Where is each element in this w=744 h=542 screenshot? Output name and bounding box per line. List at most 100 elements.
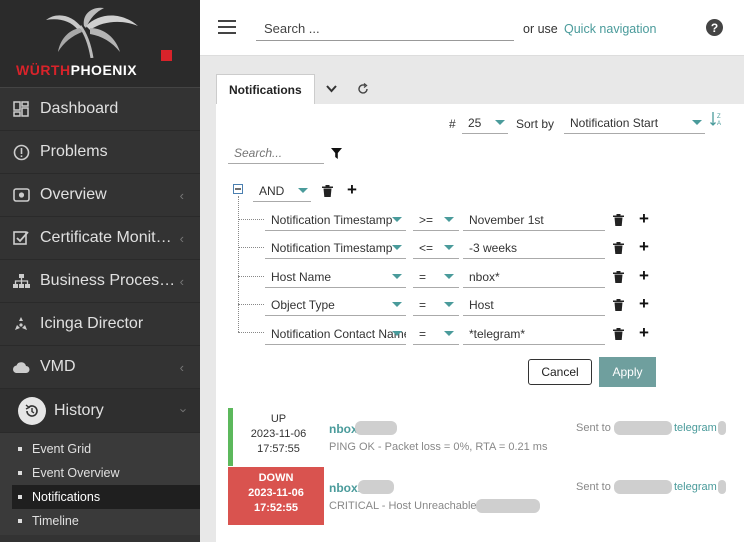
sidebar-subitem-notifications[interactable]: Notifications: [12, 485, 200, 509]
apply-button[interactable]: Apply: [599, 357, 656, 387]
state-badge-up: UP 2023-11-06 17:57:55: [228, 408, 324, 466]
trash-icon[interactable]: [613, 299, 624, 311]
sidebar-item-vmd[interactable]: VMD ‹: [0, 346, 200, 389]
host-link[interactable]: nbox: [329, 422, 358, 436]
alert-circle-icon: [12, 143, 30, 161]
plugin-output: CRITICAL - Host Unreachable: [329, 500, 477, 512]
filter-icon[interactable]: [331, 148, 342, 159]
sort-direction-icon[interactable]: ZA: [710, 112, 722, 126]
notification-row[interactable]: DOWN 2023-11-06 17:52:55 nbox. CRITICAL …: [228, 467, 740, 525]
sidebar-item-label: History: [54, 401, 104, 419]
sidebar-item-icinga-director[interactable]: Icinga Director: [0, 303, 200, 346]
palm-logo-icon: [46, 7, 138, 58]
sidebar-item-label: Overview: [40, 186, 107, 203]
sidebar-item-business-process[interactable]: Business Process… ‹: [0, 260, 200, 303]
sent-to-label: Sent to: [576, 422, 611, 434]
rule-value-input[interactable]: nbox*: [463, 267, 605, 288]
sidebar-item-label: Icinga Director: [40, 315, 144, 332]
tab-notifications[interactable]: Notifications: [216, 74, 315, 105]
add-rule-plus-icon[interactable]: +: [639, 210, 649, 227]
global-search-input[interactable]: [256, 17, 514, 41]
sidebar-subitem-event-overview[interactable]: Event Overview: [12, 461, 200, 485]
rule-value-input[interactable]: *telegram*: [463, 324, 605, 345]
chevron-down-icon: [444, 245, 454, 250]
add-rule-plus-icon[interactable]: +: [639, 238, 649, 255]
rule-value-input[interactable]: Host: [463, 295, 605, 316]
tree-line: [238, 332, 264, 333]
redacted-blur: [476, 499, 540, 513]
chevron-down-icon: [444, 331, 454, 336]
chevron-down-icon: [692, 120, 702, 125]
chevron-down-icon: [444, 302, 454, 307]
sent-to-label: Sent to: [576, 481, 611, 493]
rule-column-select[interactable]: Notification Contact Name: [265, 324, 406, 345]
svg-text:A: A: [717, 121, 721, 126]
sidebar-item-certificate-monitoring[interactable]: Certificate Monito… ‹: [0, 217, 200, 260]
quick-navigation-link[interactable]: Quick navigation: [564, 22, 656, 36]
chevron-down-icon: [392, 302, 402, 307]
tree-line: [238, 247, 264, 248]
channel-link[interactable]: telegram: [674, 481, 717, 493]
bullet-icon: [18, 471, 22, 475]
trash-icon[interactable]: [613, 242, 624, 254]
rule-column-select[interactable]: Notification Timestamp: [265, 238, 406, 259]
sidebar-item-history[interactable]: History ‹: [0, 389, 200, 433]
trash-icon[interactable]: [613, 328, 624, 340]
limit-hash-label: #: [449, 117, 456, 131]
chevron-down-icon: [392, 274, 402, 279]
add-rule-plus-icon[interactable]: +: [639, 324, 649, 341]
or-use-text: or use: [523, 22, 558, 36]
chevron-down-icon: [392, 331, 402, 336]
bullet-icon: [18, 447, 22, 451]
redacted-blur: [358, 480, 394, 494]
history-submenu: Event Grid Event Overview Notifications …: [0, 433, 200, 535]
director-icon: [12, 315, 30, 333]
redacted-blur: [614, 421, 672, 435]
channel-link[interactable]: telegram: [674, 422, 717, 434]
chevron-left-icon: ‹: [179, 360, 184, 375]
sidebar-item-problems[interactable]: Problems: [0, 131, 200, 174]
tab-dropdown-icon[interactable]: [315, 74, 349, 104]
history-icon: [18, 396, 46, 425]
help-icon[interactable]: ?: [706, 19, 723, 36]
collapse-minus-icon[interactable]: [233, 184, 243, 194]
rule-value-input[interactable]: November 1st: [463, 210, 605, 231]
sort-by-select[interactable]: Notification Start: [564, 113, 705, 134]
sidebar-item-dashboard[interactable]: Dashboard: [0, 88, 200, 131]
sidebar-item-label: Dashboard: [40, 100, 119, 117]
rule-column-select[interactable]: Host Name: [265, 267, 406, 288]
dashboard-icon: [12, 100, 30, 118]
rule-column-select[interactable]: Object Type: [265, 295, 406, 316]
sidebar-item-overview[interactable]: Overview ‹: [0, 174, 200, 217]
trash-icon[interactable]: [613, 271, 624, 283]
brand-logo[interactable]: WÜRTHPHOENIX: [0, 0, 200, 88]
tree-line: [238, 219, 264, 220]
chevron-down-icon: [444, 217, 454, 222]
rule-column-select[interactable]: Notification Timestamp: [265, 210, 406, 231]
rule-value-input[interactable]: -3 weeks: [463, 238, 605, 259]
trash-icon[interactable]: [322, 185, 333, 197]
tree-line: [238, 304, 264, 305]
state-badge-down: DOWN 2023-11-06 17:52:55: [228, 467, 324, 525]
add-rule-plus-icon[interactable]: +: [639, 267, 649, 284]
hamburger-menu-icon[interactable]: [218, 20, 236, 34]
refresh-icon[interactable]: [349, 74, 377, 104]
trash-icon[interactable]: [613, 214, 624, 226]
chevron-left-icon: ‹: [179, 274, 184, 289]
plugin-output: PING OK - Packet loss = 0%, RTA = 0.21 m…: [329, 441, 548, 453]
notification-row[interactable]: UP 2023-11-06 17:57:55 nbox PING OK - Pa…: [228, 408, 740, 466]
cancel-button[interactable]: Cancel: [528, 359, 592, 385]
filter-search-input[interactable]: [228, 142, 324, 164]
host-link[interactable]: nbox.: [329, 481, 361, 495]
sidebar-item-label: Problems: [40, 143, 108, 160]
sidebar-item-label: Business Process…: [40, 272, 180, 289]
sidebar-subitem-event-grid[interactable]: Event Grid: [12, 437, 200, 461]
chevron-down-icon: [392, 217, 402, 222]
nav-menu: Dashboard Problems Overview ‹ Certificat…: [0, 88, 200, 433]
sidebar-item-label: VMD: [40, 358, 76, 375]
brand-name: WÜRTHPHOENIX: [16, 62, 138, 78]
add-rule-plus-icon[interactable]: +: [639, 295, 649, 312]
add-rule-plus-icon[interactable]: +: [347, 181, 357, 198]
eye-icon: [12, 186, 30, 204]
sidebar-subitem-timeline[interactable]: Timeline: [12, 509, 200, 533]
